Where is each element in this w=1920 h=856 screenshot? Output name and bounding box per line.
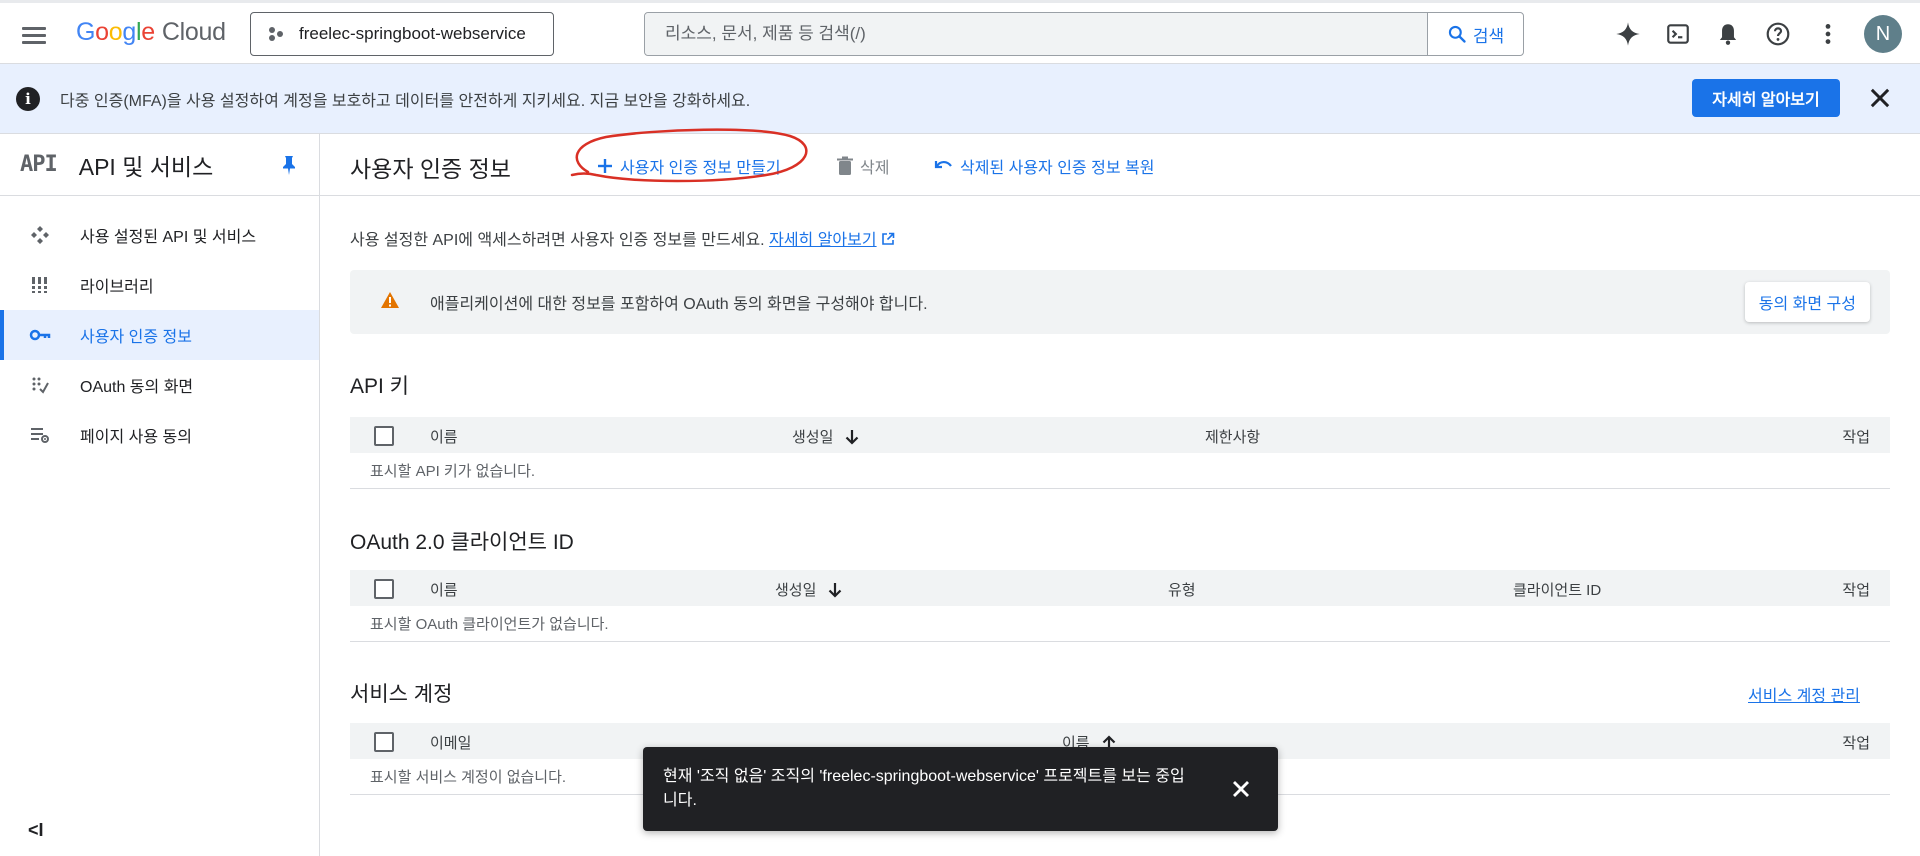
select-all-checkbox[interactable] — [374, 579, 394, 599]
column-created[interactable]: 생성일 — [775, 579, 842, 600]
oauth-clients-title: OAuth 2.0 클라이언트 ID — [350, 531, 574, 554]
snackbar-message: 현재 '조직 없음' 조직의 'freelec-springboot-webse… — [663, 768, 1185, 809]
notifications-icon[interactable] — [1710, 16, 1746, 52]
trash-icon — [837, 156, 853, 175]
restore-label: 삭제된 사용자 인증 정보 복원 — [960, 160, 1155, 177]
sidebar-item-credentials[interactable]: 사용자 인증 정보 — [0, 310, 319, 360]
api-keys-title: API 키 — [350, 375, 410, 398]
intro-description: 사용 설정한 API에 액세스하려면 사용자 인증 정보를 만드세요. — [350, 232, 765, 249]
sort-desc-icon — [829, 582, 842, 598]
sidebar-header: API API 및 서비스 — [0, 134, 319, 196]
pin-icon[interactable] — [280, 154, 298, 181]
sidebar-item-library[interactable]: 라이브러리 — [0, 260, 319, 310]
page-title: 사용자 인증 정보 — [350, 156, 511, 182]
api-keys-table: 이름 생성일 제한사항 작업 표시할 API 키가 없습니다. — [350, 417, 1890, 489]
column-name[interactable]: 이름 — [430, 579, 458, 600]
banner-close-icon[interactable] — [1866, 84, 1894, 112]
project-dots-icon — [269, 26, 285, 42]
sidebar-title: API 및 서비스 — [78, 153, 214, 180]
project-name: freelec-springboot-webservice — [299, 24, 526, 43]
gemini-icon[interactable] — [1610, 16, 1646, 52]
page-usage-icon — [28, 423, 52, 447]
api-logo-icon: API — [20, 152, 58, 177]
intro-text: 사용 설정한 API에 액세스하려면 사용자 인증 정보를 만드세요. 자세히 … — [350, 226, 895, 250]
search-icon — [1448, 25, 1466, 43]
sidebar-item-label: 사용 설정된 API 및 서비스 — [80, 229, 257, 246]
banner-text: 다중 인증(MFA)을 사용 설정하여 계정을 보호하고 데이터를 안전하게 지… — [60, 92, 751, 110]
enabled-apis-icon — [28, 223, 52, 247]
cloud-shell-icon[interactable] — [1660, 16, 1696, 52]
google-cloud-logo[interactable]: Go o g l e Cloud — [76, 16, 226, 48]
sidebar-item-label: 라이브러리 — [80, 279, 154, 296]
mfa-banner: i 다중 인증(MFA)을 사용 설정하여 계정을 보호하고 데이터를 안전하게… — [0, 64, 1920, 134]
top-actions: N — [1610, 15, 1902, 53]
snackbar-close-icon[interactable] — [1227, 775, 1255, 803]
empty-message: 표시할 API 키가 없습니다. — [350, 453, 1890, 489]
restore-deleted-credentials-button[interactable]: 삭제된 사용자 인증 정보 복원 — [934, 154, 1154, 178]
more-options-icon[interactable] — [1810, 16, 1846, 52]
select-all-checkbox[interactable] — [374, 732, 394, 752]
select-all-checkbox[interactable] — [374, 426, 394, 446]
column-actions: 작업 — [1842, 582, 1870, 599]
create-credentials-label: 사용자 인증 정보 만들기 — [620, 160, 781, 177]
sidebar: API API 및 서비스 사용 설정된 API 및 서비스 라이브러리 사용자… — [0, 134, 320, 856]
info-icon: i — [16, 86, 40, 111]
sort-desc-icon — [846, 429, 859, 445]
project-snackbar: 현재 '조직 없음' 조직의 'freelec-springboot-webse… — [643, 747, 1278, 831]
collapse-sidebar-icon[interactable]: <I — [28, 820, 44, 841]
intro-learn-more-link[interactable]: 자세히 알아보기 — [769, 232, 877, 249]
service-accounts-title: 서비스 계정 — [350, 683, 453, 706]
search-button-label: 검색 — [1472, 26, 1505, 46]
column-name[interactable]: 이름 — [430, 426, 458, 447]
account-avatar[interactable]: N — [1864, 15, 1902, 53]
sidebar-item-label: OAuth 동의 화면 — [80, 379, 194, 396]
configure-consent-button[interactable]: 동의 화면 구성 — [1744, 282, 1870, 322]
help-icon[interactable] — [1760, 16, 1796, 52]
column-actions: 작업 — [1842, 735, 1870, 752]
main-menu-icon[interactable] — [20, 21, 48, 49]
sidebar-item-oauth-consent[interactable]: OAuth 동의 화면 — [0, 360, 319, 410]
external-link-icon — [882, 232, 895, 245]
table-header: 이름 생성일 유형 클라이언트 ID 작업 — [350, 570, 1890, 606]
search-input[interactable] — [645, 13, 1427, 55]
sidebar-item-label: 페이지 사용 동의 — [80, 429, 192, 446]
table-header: 이름 생성일 제한사항 작업 — [350, 417, 1890, 453]
key-icon — [28, 323, 52, 347]
manage-service-accounts-link[interactable]: 서비스 계정 관리 — [1748, 682, 1860, 706]
sidebar-item-label: 사용자 인증 정보 — [80, 329, 192, 346]
create-credentials-button[interactable]: 사용자 인증 정보 만들기 — [596, 154, 781, 178]
warning-icon — [380, 291, 400, 314]
column-email[interactable]: 이메일 — [430, 732, 471, 753]
search-bar: 검색 — [644, 12, 1524, 56]
delete-button[interactable]: 삭제 — [836, 154, 889, 178]
sidebar-nav: 사용 설정된 API 및 서비스 라이브러리 사용자 인증 정보 OAuth 동… — [0, 210, 319, 460]
oauth-clients-table: 이름 생성일 유형 클라이언트 ID 작업 표시할 OAuth 클라이언트가 없… — [350, 570, 1890, 642]
banner-learn-more-button[interactable]: 자세히 알아보기 — [1692, 79, 1840, 117]
project-selector[interactable]: freelec-springboot-webservice — [250, 12, 554, 56]
library-icon — [28, 273, 52, 297]
consent-warning: 애플리케이션에 대한 정보를 포함하여 OAuth 동의 화면을 구성해야 합니… — [350, 270, 1890, 334]
top-bar: Go o g l e Cloud freelec-springboot-webservic… — [0, 0, 1920, 64]
sidebar-item-page-usage[interactable]: 페이지 사용 동의 — [0, 410, 319, 460]
page-header: 사용자 인증 정보 사용자 인증 정보 만들기 삭제 삭제된 사용자 인증 정보… — [320, 128, 1920, 196]
warning-text: 애플리케이션에 대한 정보를 포함하여 OAuth 동의 화면을 구성해야 합니… — [430, 296, 928, 313]
plus-icon — [598, 159, 612, 173]
column-type[interactable]: 유형 — [1168, 579, 1196, 600]
column-client-id[interactable]: 클라이언트 ID — [1513, 579, 1601, 600]
column-created[interactable]: 생성일 — [792, 426, 859, 447]
oauth-consent-icon — [28, 373, 52, 397]
column-actions: 작업 — [1842, 429, 1870, 446]
undo-icon — [934, 160, 952, 169]
delete-label: 삭제 — [860, 160, 890, 177]
empty-message: 표시할 OAuth 클라이언트가 없습니다. — [350, 606, 1890, 642]
sidebar-item-enabled-apis[interactable]: 사용 설정된 API 및 서비스 — [0, 210, 319, 260]
search-button[interactable]: 검색 — [1427, 13, 1523, 55]
column-restrictions[interactable]: 제한사항 — [1205, 426, 1260, 447]
